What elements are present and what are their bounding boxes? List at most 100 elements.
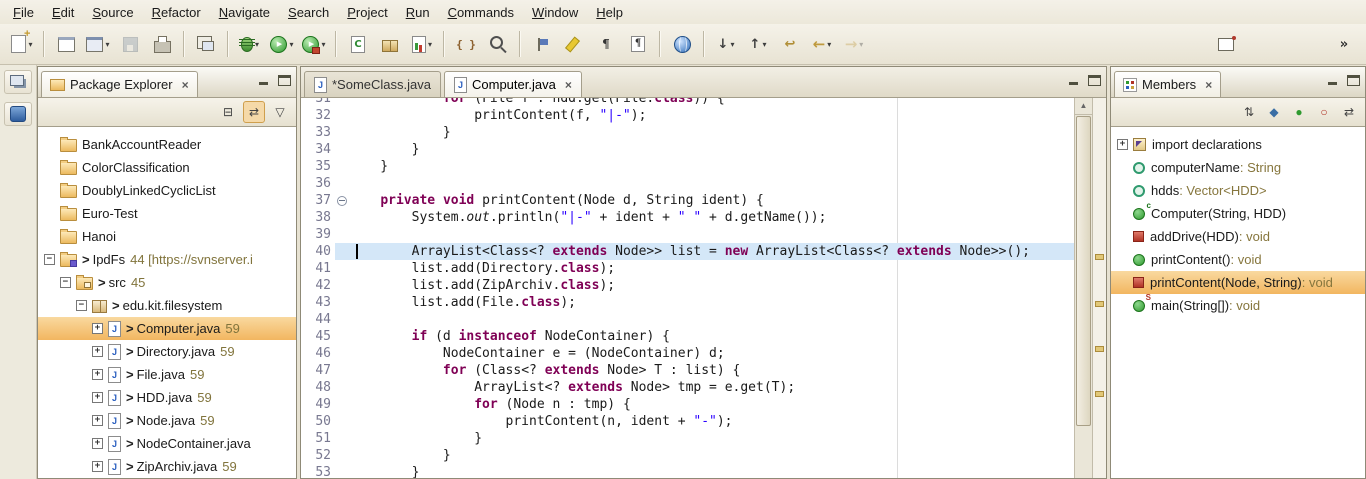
code-line[interactable]: 48 ArrayList<? extends Node> tmp = e.get… bbox=[301, 379, 1074, 396]
code-line[interactable]: 38 System.out.println("|-" + ident + " "… bbox=[301, 209, 1074, 226]
code-line[interactable]: 33 } bbox=[301, 124, 1074, 141]
tree-item[interactable]: +>Computer.java59 bbox=[38, 317, 296, 340]
code-line[interactable]: 35 } bbox=[301, 158, 1074, 175]
format-source-button[interactable] bbox=[622, 30, 654, 58]
occurrence-marker-icon[interactable] bbox=[1095, 254, 1104, 260]
tree-item[interactable]: ColorClassification bbox=[38, 156, 296, 179]
menu-run[interactable]: Run bbox=[397, 2, 439, 23]
code-line[interactable]: 47 for (Class<? extends Node> T : list) … bbox=[301, 362, 1074, 379]
expand-icon[interactable]: + bbox=[92, 369, 103, 380]
code-line[interactable]: 51 } bbox=[301, 430, 1074, 447]
code-line[interactable]: 39 bbox=[301, 226, 1074, 243]
link-with-editor-button[interactable]: ⇄ bbox=[243, 101, 265, 123]
last-edit-location-button[interactable] bbox=[774, 30, 806, 58]
menu-help[interactable]: Help bbox=[587, 2, 632, 23]
close-view-icon[interactable]: × bbox=[182, 79, 189, 91]
tree-item[interactable]: +>ZipArchiv.java59 bbox=[38, 455, 296, 478]
dropdown-arrow-icon[interactable]: ▾ bbox=[105, 40, 109, 49]
editor-scrollbar[interactable]: ▲ bbox=[1074, 98, 1092, 478]
external-tools-button[interactable]: ▾ bbox=[298, 30, 330, 58]
member-item[interactable]: hdds : Vector<HDD> bbox=[1111, 179, 1365, 202]
sort-members-button[interactable]: ⇅ bbox=[1239, 102, 1259, 122]
member-item[interactable]: computerName : String bbox=[1111, 156, 1365, 179]
run-button[interactable]: ▾ bbox=[266, 30, 298, 58]
collapse-icon[interactable]: − bbox=[60, 277, 71, 288]
dropdown-arrow-icon[interactable]: ▾ bbox=[428, 40, 432, 49]
new-wizard-button[interactable]: ▾ bbox=[6, 30, 38, 58]
code-line[interactable]: 43 list.add(File.class); bbox=[301, 294, 1074, 311]
code-line[interactable]: 49 for (Node n : tmp) { bbox=[301, 396, 1074, 413]
menu-project[interactable]: Project bbox=[338, 2, 396, 23]
dropdown-arrow-icon[interactable]: ▾ bbox=[762, 40, 766, 49]
new-java-package-button[interactable] bbox=[374, 30, 406, 58]
mark-occurrences-button[interactable] bbox=[558, 30, 590, 58]
code-line[interactable]: 42 list.add(ZipArchiv.class); bbox=[301, 277, 1074, 294]
scrollbar-thumb[interactable] bbox=[1076, 116, 1091, 426]
coverage-button[interactable]: ▾ bbox=[406, 30, 438, 58]
print-button[interactable] bbox=[146, 30, 178, 58]
member-item[interactable]: printContent(Node, String) : void bbox=[1111, 271, 1365, 294]
editor-tab[interactable]: Computer.java× bbox=[444, 71, 582, 97]
members-tab[interactable]: Members × bbox=[1114, 71, 1221, 97]
scroll-up-icon[interactable]: ▲ bbox=[1075, 98, 1092, 115]
build-all-button[interactable] bbox=[190, 30, 222, 58]
code-line[interactable]: 52 } bbox=[301, 447, 1074, 464]
menu-file[interactable]: File bbox=[4, 2, 43, 23]
editor-tab[interactable]: *SomeClass.java bbox=[304, 71, 441, 97]
dropdown-arrow-icon[interactable]: ▾ bbox=[827, 40, 831, 49]
new-java-class-button[interactable] bbox=[342, 30, 374, 58]
occurrence-marker-icon[interactable] bbox=[1095, 346, 1104, 352]
code-line[interactable]: 46 NodeContainer e = (NodeContainer) d; bbox=[301, 345, 1074, 362]
menu-navigate[interactable]: Navigate bbox=[210, 2, 279, 23]
code-line[interactable]: 40 ArrayList<Class<? extends Node>> list… bbox=[301, 243, 1074, 260]
expand-icon[interactable]: + bbox=[92, 346, 103, 357]
member-item[interactable]: addDrive(HDD) : void bbox=[1111, 225, 1365, 248]
close-view-icon[interactable]: × bbox=[1205, 79, 1212, 91]
tree-item[interactable]: −>src45 bbox=[38, 271, 296, 294]
dropdown-arrow-icon[interactable]: ▾ bbox=[859, 40, 863, 49]
dropdown-arrow-icon[interactable]: ▾ bbox=[321, 40, 325, 49]
back-history-button[interactable]: ▾ bbox=[806, 30, 838, 58]
next-annotation-button[interactable]: ▾ bbox=[710, 30, 742, 58]
menu-commands[interactable]: Commands bbox=[439, 2, 523, 23]
link-with-editor-button[interactable]: ⇄ bbox=[1339, 102, 1359, 122]
occurrence-marker-icon[interactable] bbox=[1095, 391, 1104, 397]
tree-item[interactable]: −>edu.kit.filesystem bbox=[38, 294, 296, 317]
restore-views-button[interactable] bbox=[4, 70, 32, 94]
code-line[interactable]: 34 } bbox=[301, 141, 1074, 158]
code-line[interactable]: 53 } bbox=[301, 464, 1074, 478]
search-button[interactable] bbox=[482, 30, 514, 58]
tree-item[interactable]: Euro-Test bbox=[38, 202, 296, 225]
code-line[interactable]: 45 if (d instanceof NodeContainer) { bbox=[301, 328, 1074, 345]
bookmark-button[interactable] bbox=[526, 30, 558, 58]
code-editor[interactable]: 31 for (File f : hdd.get(File.class)) {3… bbox=[301, 98, 1074, 478]
show-whitespace-button[interactable] bbox=[590, 30, 622, 58]
member-item[interactable]: +import declarations bbox=[1111, 133, 1365, 156]
code-line[interactable]: 50 printContent(n, ident + "-"); bbox=[301, 413, 1074, 430]
open-web-browser-button[interactable] bbox=[666, 30, 698, 58]
member-item[interactable]: Smain(String[]) : void bbox=[1111, 294, 1365, 317]
dropdown-arrow-icon[interactable]: ▾ bbox=[289, 40, 293, 49]
collapse-icon[interactable]: − bbox=[44, 254, 55, 265]
tree-item[interactable]: BankAccountReader bbox=[38, 133, 296, 156]
tree-item[interactable]: +>Node.java59 bbox=[38, 409, 296, 432]
code-line[interactable]: 41 list.add(Directory.class); bbox=[301, 260, 1074, 277]
expand-icon[interactable]: + bbox=[92, 323, 103, 334]
hide-static-members-button[interactable]: ● bbox=[1289, 102, 1309, 122]
overview-ruler[interactable] bbox=[1092, 98, 1106, 478]
maximize-view-button[interactable] bbox=[278, 75, 291, 86]
dropdown-arrow-icon[interactable]: ▾ bbox=[28, 40, 32, 49]
menu-edit[interactable]: Edit bbox=[43, 2, 83, 23]
occurrence-marker-icon[interactable] bbox=[1095, 301, 1104, 307]
dropdown-arrow-icon[interactable]: ▾ bbox=[730, 40, 734, 49]
debug-button[interactable]: ▾ bbox=[234, 30, 266, 58]
tree-item[interactable]: +>Directory.java59 bbox=[38, 340, 296, 363]
menu-window[interactable]: Window bbox=[523, 2, 587, 23]
minimize-view-button[interactable] bbox=[257, 75, 270, 86]
package-explorer-tab[interactable]: Package Explorer × bbox=[41, 71, 198, 97]
tree-item[interactable]: DoublyLinkedCyclicList bbox=[38, 179, 296, 202]
code-line[interactable]: 36 bbox=[301, 175, 1074, 192]
expand-icon[interactable]: + bbox=[92, 415, 103, 426]
view-menu-button[interactable]: ▽ bbox=[270, 102, 290, 122]
pin-editor-button[interactable] bbox=[1210, 30, 1242, 58]
